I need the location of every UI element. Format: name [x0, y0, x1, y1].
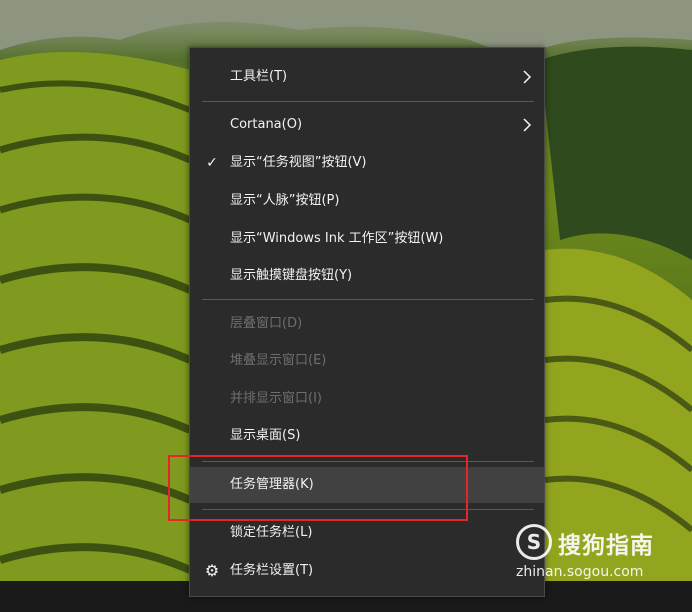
menu-item-label: 层叠窗口(D) — [230, 316, 303, 331]
chevron-right-icon — [523, 118, 532, 132]
menu-item-side-by-side-windows: 并排显示窗口(I) — [190, 381, 544, 417]
menu-item-show-desktop[interactable]: 显示桌面(S) — [190, 418, 544, 454]
menu-item-toolbars[interactable]: 工具栏(T) — [190, 59, 544, 95]
menu-item-label: 并排显示窗口(I) — [230, 391, 322, 406]
menu-item-label: 工具栏(T) — [230, 69, 288, 84]
menu-item-label: 显示“任务视图”按钮(V) — [230, 155, 367, 170]
checkmark-icon: ✓ — [206, 155, 218, 171]
menu-item-label: 任务栏设置(T) — [230, 563, 314, 578]
menu-item-label: Cortana(O) — [230, 117, 303, 132]
menu-item-show-windows-ink-button[interactable]: 显示“Windows Ink 工作区”按钮(W) — [190, 221, 544, 257]
menu-item-stacked-windows: 堆叠显示窗口(E) — [190, 343, 544, 379]
menu-item-show-task-view-button[interactable]: ✓ 显示“任务视图”按钮(V) — [190, 145, 544, 181]
gear-icon: ⚙ — [204, 561, 220, 580]
menu-item-taskbar-settings[interactable]: ⚙ 任务栏设置(T) — [190, 553, 544, 589]
menu-separator — [202, 101, 534, 102]
menu-item-label: 显示“Windows Ink 工作区”按钮(W) — [230, 231, 444, 246]
watermark-brand: 搜狗指南 — [558, 533, 654, 559]
chevron-right-icon — [523, 70, 532, 84]
highlight-annotation-box — [168, 455, 468, 521]
menu-item-label: 显示触摸键盘按钮(Y) — [230, 268, 353, 283]
menu-item-cascade-windows: 层叠窗口(D) — [190, 306, 544, 342]
menu-separator — [202, 299, 534, 300]
menu-item-label: 堆叠显示窗口(E) — [230, 353, 327, 368]
menu-item-label: 显示桌面(S) — [230, 428, 301, 443]
sogou-logo-icon: S — [516, 524, 552, 560]
menu-item-label: 显示“人脉”按钮(P) — [230, 193, 340, 208]
menu-item-cortana[interactable]: Cortana(O) — [190, 107, 544, 143]
sogou-watermark: S 搜狗指南 zhinan.sogou.com — [516, 524, 692, 582]
menu-item-show-people-button[interactable]: 显示“人脉”按钮(P) — [190, 183, 544, 219]
watermark-url: zhinan.sogou.com — [516, 564, 644, 580]
menu-item-show-touch-keyboard-button[interactable]: 显示触摸键盘按钮(Y) — [190, 258, 544, 294]
